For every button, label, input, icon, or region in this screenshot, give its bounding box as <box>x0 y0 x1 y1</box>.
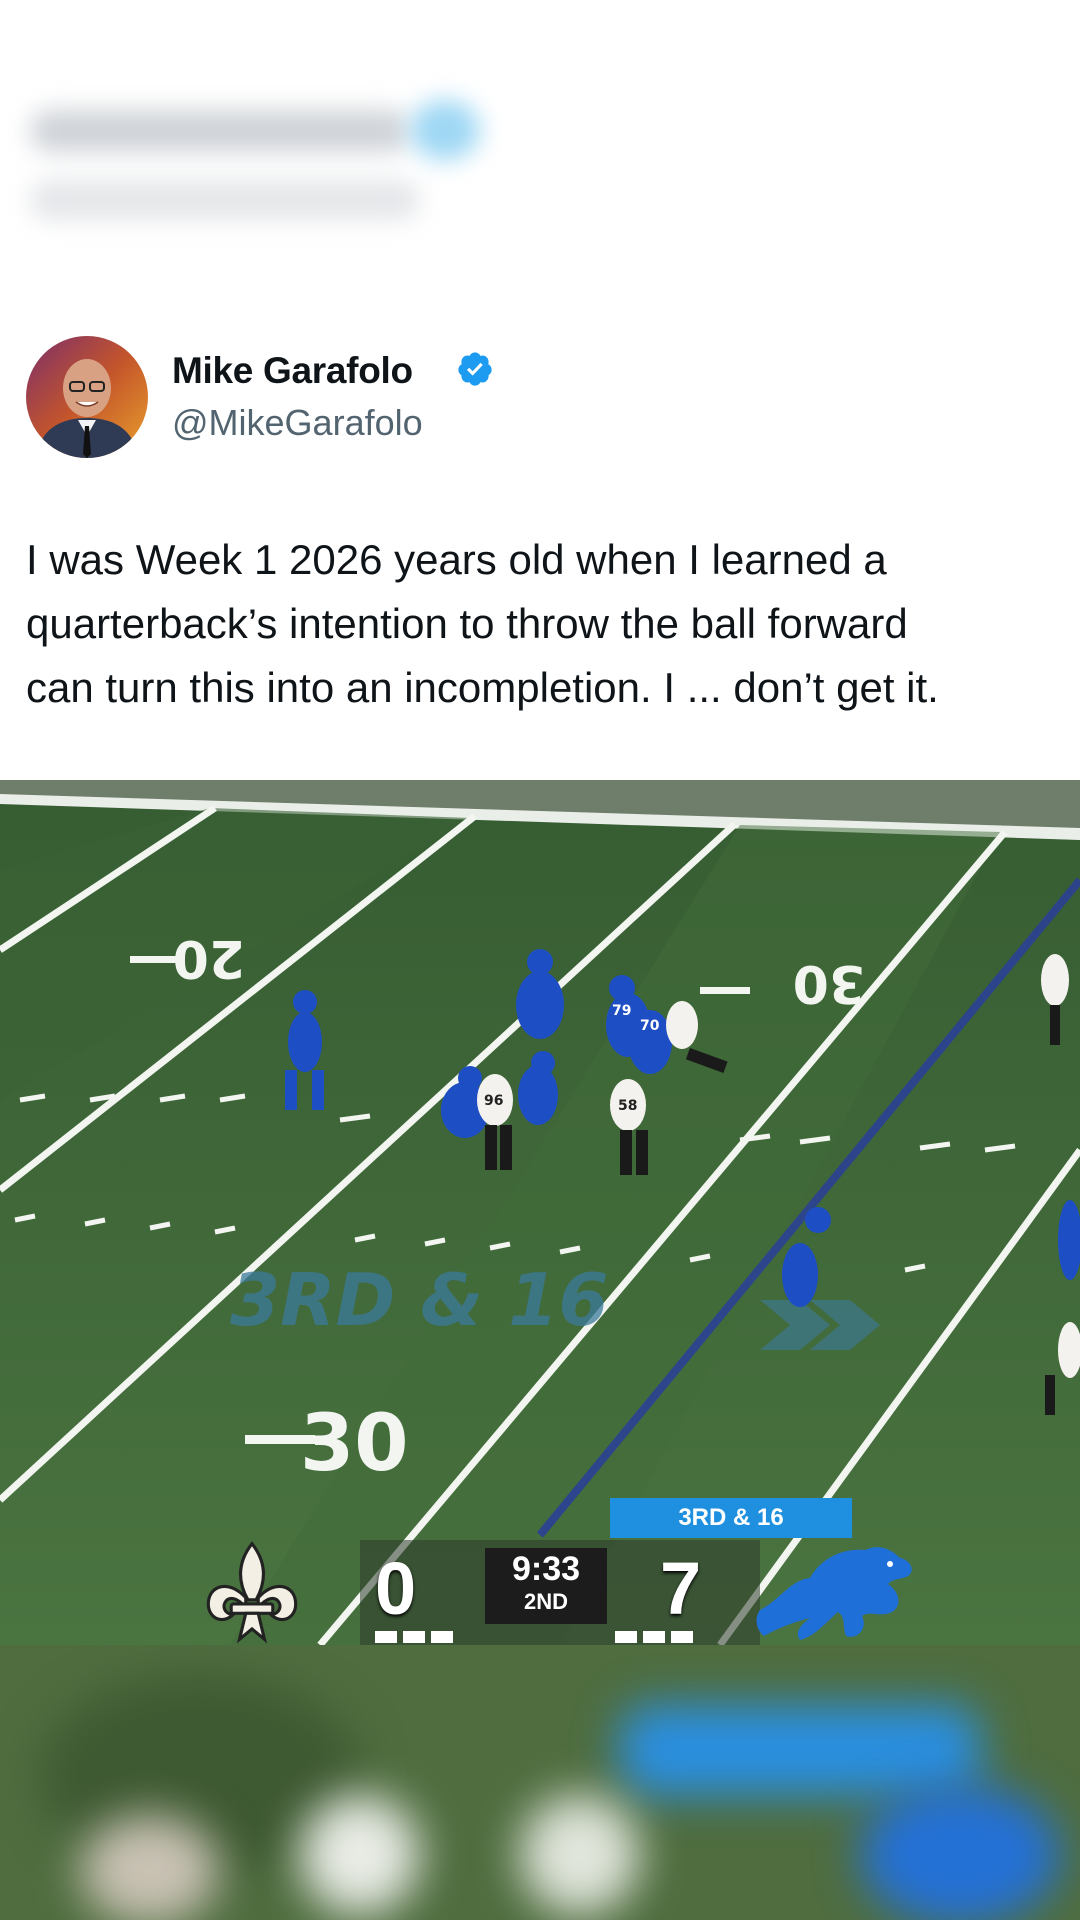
game-period: 2ND <box>523 1589 568 1614</box>
lion-icon <box>756 1547 912 1640</box>
avatar[interactable] <box>26 336 148 458</box>
tweet-media-video[interactable]: 20 30 30 3RD & 16 96 58 70 79 3RD & 16 0… <box>0 780 1080 1645</box>
jersey-number: 96 <box>484 1093 503 1109</box>
yard-number: 20 <box>173 928 245 988</box>
home-score: 7 <box>660 1547 702 1630</box>
blurred-next-content <box>0 1645 1080 1920</box>
author-name[interactable]: Mike Garafolo <box>172 350 413 392</box>
jersey-number: 79 <box>612 1003 631 1019</box>
yard-number: 30 <box>793 953 865 1013</box>
field-down-distance-overlay: 3RD & 16 <box>230 1258 608 1342</box>
tweet-text: I was Week 1 2026 years old when I learn… <box>26 536 939 711</box>
jersey-number: 58 <box>618 1098 637 1114</box>
home-timeouts <box>615 1630 705 1644</box>
tweet-author[interactable]: Mike Garafolo @MikeGarafolo <box>26 336 1066 460</box>
game-clock: 9:33 <box>511 1550 581 1588</box>
down-distance-badge: 3RD & 16 <box>610 1498 852 1538</box>
fleur-de-lis-icon <box>206 1541 298 1644</box>
scorebug: 3RD & 16 0 9:33 2ND 7 <box>180 1498 920 1645</box>
author-handle[interactable]: @MikeGarafolo <box>172 402 423 444</box>
away-timeouts <box>375 1630 465 1644</box>
jersey-number: 70 <box>640 1018 660 1034</box>
verified-badge-icon <box>458 352 492 386</box>
blurred-previous-post <box>0 0 1080 300</box>
yard-number: 30 <box>300 1399 409 1489</box>
game-clock-box: 9:33 2ND <box>485 1548 607 1624</box>
away-score: 0 <box>375 1547 417 1630</box>
